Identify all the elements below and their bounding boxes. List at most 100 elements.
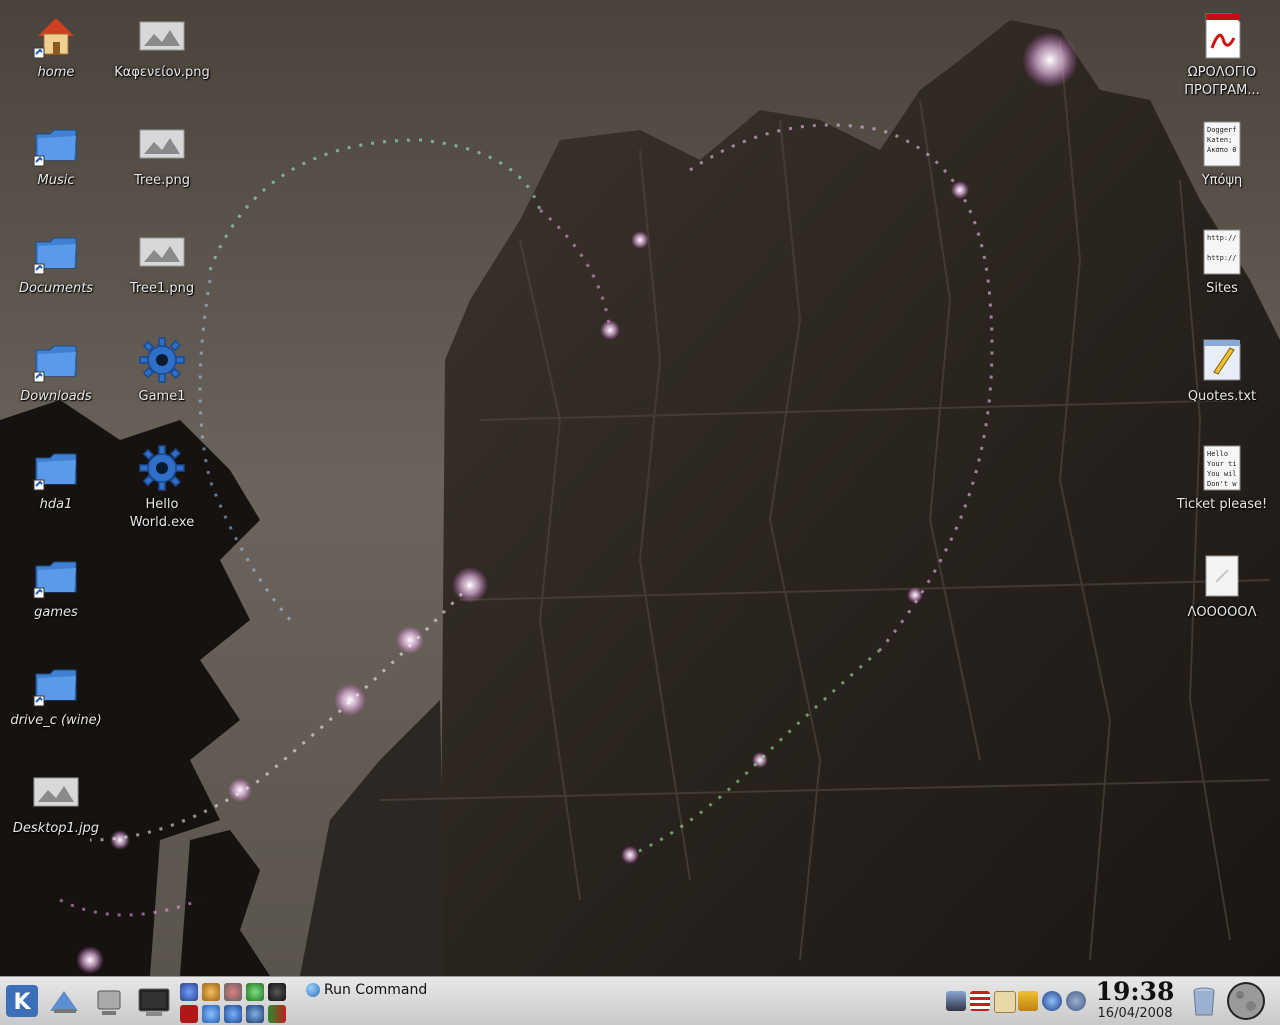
text-file-icon: Doggerf Katen; Ακσπο θ bbox=[1198, 120, 1246, 168]
filezilla-icon[interactable] bbox=[180, 1005, 198, 1023]
image-thumbnail-icon bbox=[32, 768, 80, 816]
svg-text:http://: http:// bbox=[1207, 234, 1237, 242]
svg-text:K: K bbox=[13, 990, 31, 1015]
home-folder-icon bbox=[32, 12, 80, 60]
desktop-icon-ωρολογιο-προγραμ-[interactable]: ΩΡΟΛΟΓΙΟ ΠΡΟΓΡΑΜ... bbox=[1174, 12, 1270, 100]
svg-text:Your ti: Your ti bbox=[1207, 460, 1237, 468]
svg-text:Don't w: Don't w bbox=[1207, 480, 1237, 488]
desktop-icon-label: ΛΟΟΟΟΟΛ bbox=[1187, 605, 1257, 620]
moon-phase-icon bbox=[1227, 982, 1265, 1020]
desktop-background[interactable]: home Music Documents Downloads hda1 games driv… bbox=[0, 0, 1280, 976]
system-icon bbox=[97, 990, 121, 1015]
warning-icon[interactable] bbox=[1018, 991, 1038, 1011]
desktop-icon-label: Sites bbox=[1206, 281, 1238, 296]
gear-executable-icon bbox=[138, 336, 186, 384]
gnome-foot-icon[interactable] bbox=[268, 983, 286, 1001]
desktop-icon-home[interactable]: home bbox=[8, 12, 104, 82]
text-edit-file-icon bbox=[1198, 336, 1246, 384]
desktop-icon-hello-world-exe[interactable]: Hello World.exe bbox=[114, 444, 210, 532]
globe-icon[interactable] bbox=[202, 1005, 220, 1023]
kde-panel-taskbar: K Run Command 19:38 16/04/2008 bbox=[0, 976, 1280, 1025]
desktop-icon-downloads[interactable]: Downloads bbox=[8, 336, 104, 406]
desktop-icon-game1[interactable]: Game1 bbox=[114, 336, 210, 406]
desktop-icon-label: ΩΡΟΛΟΓΙΟ ΠΡΟΓΡΑΜ... bbox=[1184, 65, 1260, 98]
desktop-icon-label: Καφενείον.png bbox=[114, 65, 210, 80]
clock-applet[interactable]: 19:38 16/04/2008 bbox=[1090, 977, 1180, 1021]
desktop-icon bbox=[50, 991, 78, 1013]
terminal-launcher-button[interactable] bbox=[136, 983, 172, 1019]
desktop-icon-documents[interactable]: Documents bbox=[8, 228, 104, 298]
folder-link-icon bbox=[32, 228, 80, 276]
desktop-icon-υπόψη[interactable]: Doggerf Katen; Ακσπο θ Υπόψη bbox=[1174, 120, 1270, 190]
gimp-icon[interactable] bbox=[202, 983, 220, 1001]
desktop-icon-καφενείον-png[interactable]: Καφενείον.png bbox=[114, 12, 210, 82]
desktop-icon-drive-c-wine-[interactable]: drive_c (wine) bbox=[8, 660, 104, 730]
messenger-icon[interactable] bbox=[246, 983, 264, 1001]
desktop-icon-sites[interactable]: http:// http:// Sites bbox=[1174, 228, 1270, 298]
svg-text:Hello: Hello bbox=[1207, 450, 1228, 458]
user-icon[interactable] bbox=[1066, 991, 1086, 1011]
desktop-icon-label: Tree.png bbox=[134, 173, 190, 188]
desktop-icon-label: Quotes.txt bbox=[1187, 389, 1257, 404]
desktop-icon-games[interactable]: games bbox=[8, 552, 104, 622]
run-command-taskbar-entry[interactable]: Run Command bbox=[304, 979, 427, 1001]
image-thumbnail-icon bbox=[138, 228, 186, 276]
trash-icon bbox=[1193, 987, 1215, 1016]
terminal-icon bbox=[138, 988, 170, 1016]
klipper-icon[interactable] bbox=[994, 991, 1016, 1013]
desktop-icon-music[interactable]: Music bbox=[8, 120, 104, 190]
desktop-icon-ticket-please-[interactable]: Hello Your ti You wil Don't w Ticket please! bbox=[1174, 444, 1270, 514]
kde-menu-icon: K bbox=[6, 985, 38, 1017]
folder-link-icon bbox=[32, 552, 80, 600]
folder-link-icon bbox=[32, 120, 80, 168]
svg-text:Katen;: Katen; bbox=[1207, 136, 1232, 144]
svg-text:Doggerf: Doggerf bbox=[1207, 126, 1237, 134]
desktop-icon-label: Υπόψη bbox=[1201, 173, 1243, 188]
trash-button[interactable] bbox=[1186, 983, 1222, 1019]
system-launcher-button[interactable] bbox=[92, 983, 128, 1019]
browser-icon[interactable] bbox=[246, 1005, 264, 1023]
desktop-icon-label: Game1 bbox=[138, 389, 186, 404]
desktop-icon-hda1[interactable]: hda1 bbox=[8, 444, 104, 514]
desktop-icon-desktop1-jpg[interactable]: Desktop1.jpg bbox=[8, 768, 104, 838]
us-flag-keyboard-icon[interactable] bbox=[970, 991, 990, 1011]
flag-icon[interactable] bbox=[268, 1005, 286, 1023]
folder-link-icon bbox=[32, 444, 80, 492]
image-thumbnail-icon bbox=[138, 120, 186, 168]
kde-menu-button[interactable]: K bbox=[4, 983, 40, 1019]
run-command-icon bbox=[306, 983, 320, 997]
desktop-icon-label: Desktop1.jpg bbox=[12, 821, 100, 836]
text-file-icon: http:// http:// bbox=[1198, 228, 1246, 276]
desktop-icon-quotes-txt[interactable]: Quotes.txt bbox=[1174, 336, 1270, 406]
desktop-icon-label: Documents bbox=[18, 281, 94, 296]
desktop-icon-label: games bbox=[34, 605, 78, 620]
desktop-icon-tree-png[interactable]: Tree.png bbox=[114, 120, 210, 190]
image-thumbnail-icon bbox=[138, 12, 186, 60]
blank-text-file-icon bbox=[1198, 552, 1246, 600]
desktop-icon-λοοοοολ[interactable]: ΛΟΟΟΟΟΛ bbox=[1174, 552, 1270, 622]
gear-executable-icon bbox=[138, 444, 186, 492]
desktop-icon-tree1-png[interactable]: Tree1.png bbox=[114, 228, 210, 298]
desktop-icon-label: Music bbox=[37, 173, 75, 188]
folder-link-icon bbox=[32, 336, 80, 384]
desktop-icon-label: hda1 bbox=[39, 497, 73, 512]
desktop-icon-label: Tree1.png bbox=[129, 281, 195, 296]
desktop-icon-label: Downloads bbox=[20, 389, 92, 404]
clock-time: 19:38 bbox=[1095, 977, 1175, 1006]
desktop-icon-label: drive_c (wine) bbox=[10, 713, 102, 728]
desktop-icon-label: Ticket please! bbox=[1176, 497, 1268, 512]
network-icon[interactable] bbox=[224, 983, 242, 1001]
moon-phase-button[interactable] bbox=[1226, 981, 1266, 1021]
show-desktop-button[interactable] bbox=[46, 983, 82, 1019]
clock-applet-icon[interactable] bbox=[1042, 991, 1062, 1011]
network-share-icon[interactable] bbox=[224, 1005, 242, 1023]
display-icon[interactable] bbox=[946, 991, 966, 1011]
desktop-icon-label: home bbox=[37, 65, 75, 80]
clock-date: 16/04/2008 bbox=[1097, 1006, 1173, 1021]
folder-link-icon bbox=[32, 660, 80, 708]
desktop-icon-label: Hello World.exe bbox=[129, 497, 195, 530]
pdf-file-icon bbox=[1198, 12, 1246, 60]
svg-text:You wil: You wil bbox=[1207, 470, 1237, 478]
firefox-icon[interactable] bbox=[180, 983, 198, 1001]
text-file-icon: Hello Your ti You wil Don't w bbox=[1198, 444, 1246, 492]
